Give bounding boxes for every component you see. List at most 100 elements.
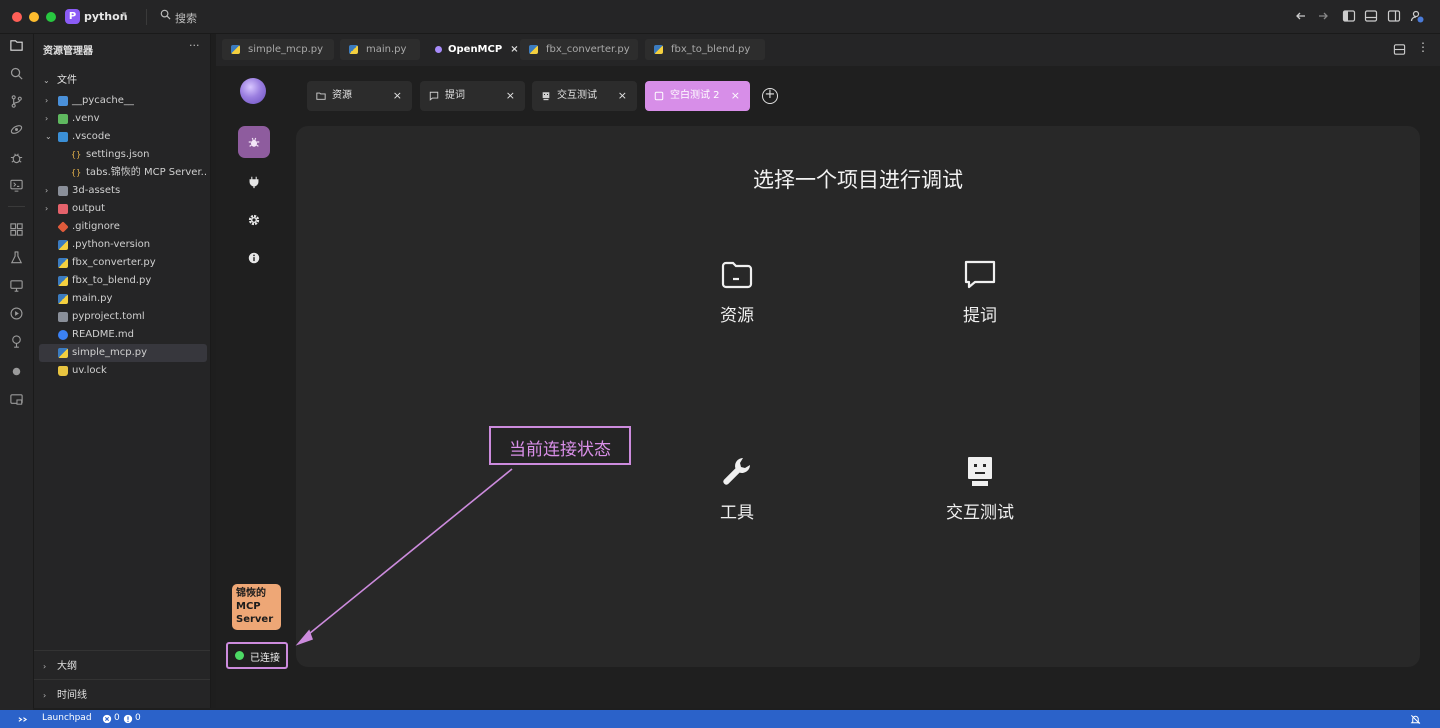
tree-item-main-py[interactable]: main.py xyxy=(39,290,207,308)
option-tools[interactable]: 工具 xyxy=(667,454,807,534)
tab-label: OpenMCP xyxy=(448,44,503,55)
tab-fbx-converter[interactable]: fbx_converter.py xyxy=(520,39,638,60)
folder-icon xyxy=(58,186,68,196)
toggle-panel-icon[interactable] xyxy=(1364,9,1378,23)
option-resources[interactable]: 资源 xyxy=(667,257,807,337)
connection-status-indicator[interactable]: 已连接 xyxy=(226,642,288,669)
tree-item-pyproject[interactable]: pyproject.toml xyxy=(39,308,207,326)
timeline-section-label: 时间线 xyxy=(57,690,87,701)
close-tab-button[interactable]: × xyxy=(618,81,627,111)
tree-item-fbx-to-blend[interactable]: fbx_to_blend.py xyxy=(39,272,207,290)
run-circle-icon[interactable] xyxy=(9,306,24,321)
panel-tab-prompts[interactable]: 提词 × xyxy=(420,81,525,111)
explorer-icon[interactable] xyxy=(9,38,24,53)
tree-item-label: uv.lock xyxy=(72,365,107,376)
tree-item-uv-lock[interactable]: uv.lock xyxy=(39,362,207,380)
debug-nav-button[interactable] xyxy=(238,126,270,158)
panel-tab-interaction-test[interactable]: 交互测试 × xyxy=(532,81,637,111)
panel-tab-resources[interactable]: 资源 × xyxy=(307,81,412,111)
openmcp-extension-icon[interactable] xyxy=(9,122,24,137)
tree-item-label: .vscode xyxy=(72,131,111,142)
python-file-icon xyxy=(349,45,358,54)
project-badge-icon[interactable]: P xyxy=(65,9,80,24)
server-name-card[interactable]: 锦恢的 MCP Server xyxy=(232,584,281,630)
divider xyxy=(8,206,25,207)
files-section-header[interactable]: ⌄ 文件 xyxy=(43,71,77,86)
tree-item-vscode[interactable]: ⌄ .vscode xyxy=(39,128,207,146)
tree-item-python-version[interactable]: .python-version xyxy=(39,236,207,254)
more-actions-button[interactable]: ··· xyxy=(189,39,200,52)
accounts-icon[interactable] xyxy=(1410,9,1424,23)
tab-simple-mcp[interactable]: simple_mcp.py xyxy=(222,39,334,60)
tree-item-venv[interactable]: › .venv xyxy=(39,110,207,128)
project-name[interactable]: python xyxy=(84,10,128,23)
add-tab-button[interactable]: + xyxy=(762,88,778,104)
error-icon[interactable] xyxy=(102,714,112,724)
close-tab-button[interactable]: × xyxy=(731,81,740,111)
tree-item-fbx-converter[interactable]: fbx_converter.py xyxy=(39,254,207,272)
status-dot-icon[interactable] xyxy=(9,364,24,379)
more-actions-button[interactable]: ⋮ xyxy=(1417,40,1429,54)
chat-panel-icon[interactable] xyxy=(9,392,24,407)
close-window-button[interactable] xyxy=(12,12,22,22)
tab-label: main.py xyxy=(366,44,407,55)
python-file-icon xyxy=(529,45,538,54)
connect-nav-button[interactable] xyxy=(238,166,270,198)
tree-icon[interactable] xyxy=(9,334,24,349)
toggle-sidebar-icon[interactable] xyxy=(1342,9,1356,23)
chevron-down-icon: ⌄ xyxy=(45,132,52,141)
remote-icon[interactable] xyxy=(17,714,28,725)
debug-icon[interactable] xyxy=(9,150,24,165)
title-bar: P python ▾ 搜索 xyxy=(0,0,1440,34)
remote-explorer-icon[interactable] xyxy=(9,178,24,193)
back-arrow-icon[interactable] xyxy=(1294,9,1308,23)
notifications-muted-icon[interactable] xyxy=(1410,714,1421,725)
close-tab-button[interactable]: × xyxy=(393,81,402,111)
tree-item-readme[interactable]: README.md xyxy=(39,326,207,344)
search-input[interactable]: 搜索 xyxy=(175,10,197,26)
chevron-down-icon[interactable]: ▾ xyxy=(122,10,127,20)
zoom-window-button[interactable] xyxy=(46,12,56,22)
extensions-icon[interactable] xyxy=(9,222,24,237)
option-interaction-test[interactable]: 交互测试 xyxy=(910,454,1050,534)
about-nav-button[interactable] xyxy=(238,242,270,274)
launchpad-button[interactable]: Launchpad xyxy=(42,713,92,723)
toggle-secondary-sidebar-icon[interactable] xyxy=(1387,9,1401,23)
panel-tab-blank-test-2[interactable]: 空白测试 2 × xyxy=(645,81,750,111)
close-tab-button[interactable]: × xyxy=(510,44,518,55)
panel-tab-label: 交互测试 xyxy=(557,90,597,101)
folder-icon xyxy=(316,92,326,100)
source-control-icon[interactable] xyxy=(9,94,24,109)
tree-item-tabs-json[interactable]: {} tabs.锦恢的 MCP Server... xyxy=(39,164,207,182)
forward-arrow-icon[interactable] xyxy=(1316,9,1330,23)
monitor-icon[interactable] xyxy=(9,278,24,293)
warning-icon[interactable] xyxy=(123,714,133,724)
close-tab-button[interactable]: × xyxy=(506,81,515,111)
search-icon[interactable] xyxy=(160,9,171,20)
chat-bubble-icon xyxy=(429,91,439,101)
tree-item-simple-mcp[interactable]: simple_mcp.py xyxy=(39,344,207,362)
error-count[interactable]: 0 xyxy=(114,713,120,723)
timeline-section-header[interactable]: › 时间线 xyxy=(43,686,87,701)
tab-main-py[interactable]: main.py xyxy=(340,39,420,60)
chevron-right-icon: › xyxy=(45,186,49,195)
chevron-right-icon: › xyxy=(43,691,47,700)
tree-item-settings-json[interactable]: {} settings.json xyxy=(39,146,207,164)
settings-nav-button[interactable] xyxy=(238,204,270,236)
tree-item-output[interactable]: › output xyxy=(39,200,207,218)
outline-section-header[interactable]: › 大纲 xyxy=(43,657,77,672)
tree-item-label: fbx_to_blend.py xyxy=(72,275,152,286)
tree-item-gitignore[interactable]: .gitignore xyxy=(39,218,207,236)
option-prompts[interactable]: 提词 xyxy=(910,257,1050,337)
tree-item-3d-assets[interactable]: › 3d-assets xyxy=(39,182,207,200)
split-editor-icon[interactable] xyxy=(1393,43,1406,56)
tree-item-pycache[interactable]: › __pycache__ xyxy=(39,92,207,110)
testing-flask-icon[interactable] xyxy=(9,250,24,265)
warning-count[interactable]: 0 xyxy=(135,713,141,723)
json-icon: {} xyxy=(71,168,82,177)
info-icon xyxy=(248,252,260,264)
search-icon[interactable] xyxy=(9,66,24,81)
tab-openmcp[interactable]: OpenMCP × xyxy=(426,39,522,60)
minimize-window-button[interactable] xyxy=(29,12,39,22)
tab-fbx-to-blend[interactable]: fbx_to_blend.py xyxy=(645,39,765,60)
